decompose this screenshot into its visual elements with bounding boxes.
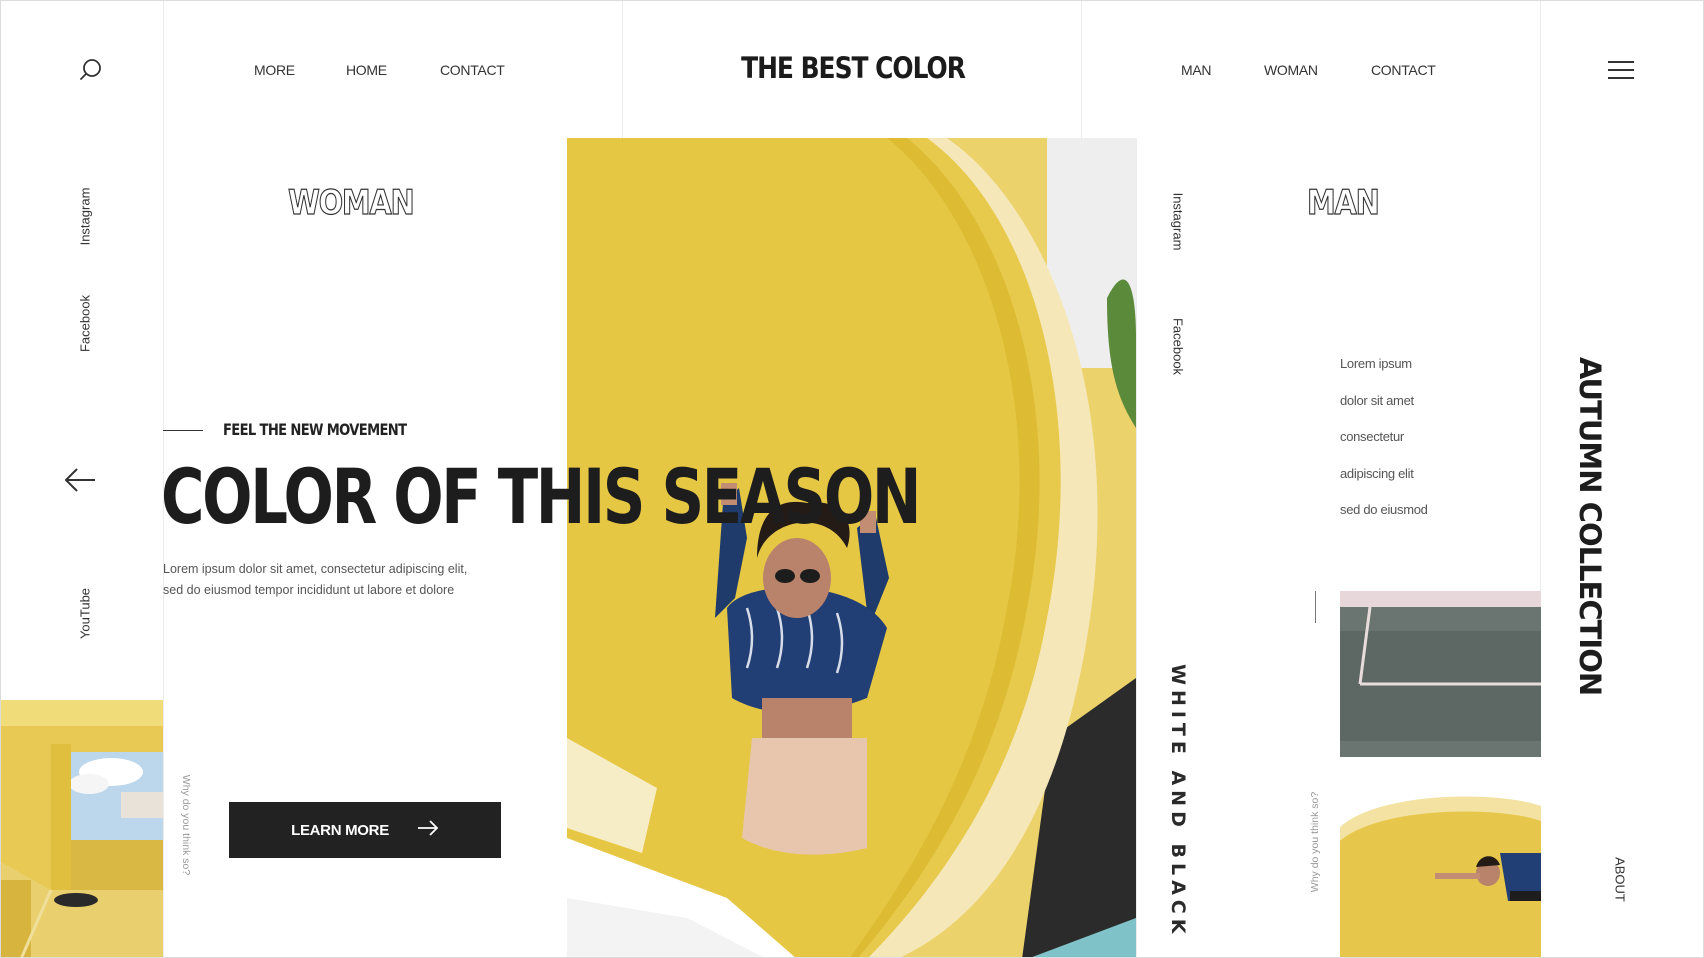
social-link-instagram-center[interactable]: Instagram [1171,172,1186,272]
hero-lead-line-1: Lorem ipsum dolor sit amet, consectetur … [163,562,468,576]
landing-page: MORE HOME CONTACT THE BEST COLOR MAN WOM… [0,0,1704,958]
column-divider [622,1,623,138]
social-link-facebook-center[interactable]: Facebook [1171,297,1186,397]
hero-lead-line-2: sed do eiusmod tempor incididunt ut labo… [163,583,455,597]
small-divider [1315,591,1316,623]
question-caption-right: Why do you think so? [1309,791,1321,893]
social-link-facebook[interactable]: Facebook [78,274,93,374]
nav-link-home[interactable]: HOME [346,62,387,78]
thumbnail-yellow-corridor [1,700,163,957]
social-link-youtube[interactable]: YouTube [78,564,93,664]
social-link-instagram[interactable]: Instagram [78,167,93,267]
hero-photo-woman-yellow-pool [567,138,1136,957]
list-item: consectetur [1340,429,1404,444]
arrow-left-icon[interactable] [63,467,97,498]
nav-link-contact[interactable]: CONTACT [440,62,505,78]
thumbnail-man-yellow-pool [1340,591,1541,957]
arrow-right-icon [417,820,439,840]
question-caption-left: Why do you think so? [180,774,192,876]
section-label-man[interactable]: MAN [1306,182,1380,223]
nav-link-man[interactable]: MAN [1181,62,1212,78]
nav-link-contact-right[interactable]: CONTACT [1371,62,1436,78]
learn-more-button[interactable]: LEARN MORE [229,802,501,858]
tagline-rule [163,430,203,431]
tagline: FEEL THE NEW MOVEMENT [223,420,407,439]
man-feature-list: Lorem ipsum dolor sit amet consectetur a… [1340,356,1428,539]
caption-white-and-black: WHITE AND BLACK [1167,664,1189,939]
list-item: sed do eiusmod [1340,502,1428,517]
section-label-woman[interactable]: WOMAN [287,182,415,223]
column-divider [1136,138,1137,957]
nav-link-more[interactable]: MORE [254,62,295,78]
column-divider [1081,1,1082,138]
list-item: adipiscing elit [1340,465,1414,481]
list-item: Lorem ipsum [1340,356,1412,371]
nav-link-woman[interactable]: WOMAN [1264,62,1318,78]
search-icon[interactable] [78,57,104,88]
learn-more-label: LEARN MORE [291,821,389,839]
hero-lead: Lorem ipsum dolor sit amet, consectetur … [163,559,513,601]
list-item: dolor sit amet [1340,392,1414,408]
hamburger-menu-icon[interactable] [1607,59,1635,86]
brand-logo[interactable]: THE BEST COLOR [655,51,1051,85]
autumn-collection-title: AUTUMN COLLECTION [1573,357,1607,696]
hero-headline: COLOR OF THIS SEASON [161,452,922,541]
about-link[interactable]: ABOUT [1613,840,1628,920]
